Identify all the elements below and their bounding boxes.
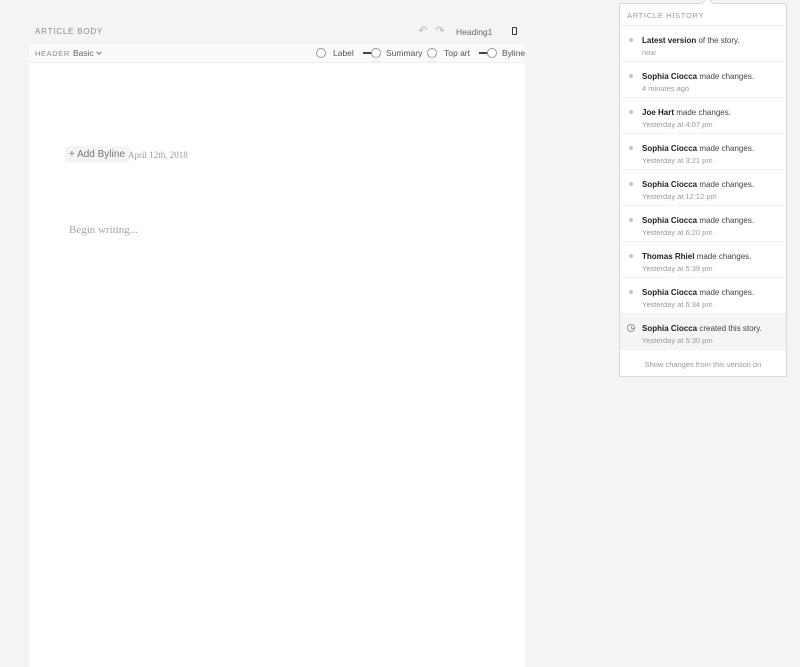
chevron-down-icon <box>95 49 102 55</box>
history-item[interactable]: Sophia Ciocca made changes. Yesterday at… <box>620 134 786 170</box>
toggle-summary[interactable]: Summary <box>363 47 422 59</box>
history-item[interactable]: Joe Hart made changes. Yesterday at 4:07… <box>620 98 786 134</box>
history-author: Latest version <box>642 36 697 45</box>
editor-header: ARTICLE BODY ↶ ↷ Heading1 <box>29 22 525 44</box>
dot-icon <box>629 254 633 258</box>
header-toolbar: HEADER Basic Label Summary Top art Bylin… <box>29 44 525 63</box>
history-author: Sophia Ciocca <box>642 288 698 297</box>
history-action: made changes. <box>694 252 752 261</box>
dot-icon <box>629 74 633 78</box>
dot-icon <box>629 218 633 222</box>
history-action: of the story. <box>696 36 740 45</box>
history-item[interactable]: Latest version of the story. now <box>620 26 786 62</box>
undo-icon[interactable]: ↶ <box>417 25 429 37</box>
history-author: Thomas Rhiel <box>642 252 695 261</box>
history-author: Sophia Ciocca <box>642 180 698 189</box>
history-action: made changes. <box>697 288 755 297</box>
history-time: Yesterday at 5:34 pm <box>642 300 713 309</box>
history-action: made changes. <box>697 180 755 189</box>
history-action: made changes. <box>697 72 755 81</box>
add-byline-button[interactable]: + Add Byline <box>65 146 129 163</box>
history-time: Yesterday at 5:30 pm <box>642 336 713 345</box>
history-time: Yesterday at 12:12 pm <box>642 192 717 201</box>
history-item[interactable]: Sophia Ciocca made changes. Yesterday at… <box>620 278 786 314</box>
toggle-summary-text: Summary <box>386 48 423 58</box>
section-title: ARTICLE BODY <box>35 27 104 36</box>
byline-date: April 12th, 2018 <box>128 150 188 160</box>
history-item[interactable]: Sophia Ciocca made changes. 4 minutes ag… <box>620 62 786 98</box>
dot-icon <box>629 110 633 114</box>
dot-icon <box>629 182 633 186</box>
history-item[interactable]: Sophia Ciocca made changes. Yesterday at… <box>620 170 786 206</box>
header-style-select[interactable]: Basic <box>73 48 102 58</box>
dot-icon <box>629 146 633 150</box>
show-changes-link[interactable]: Show changes from this version on <box>620 360 786 369</box>
history-time: Yesterday at 5:39 pm <box>642 264 713 273</box>
clock-icon <box>627 324 635 332</box>
text-style-select[interactable]: Heading1 <box>456 27 492 37</box>
history-author: Sophia Ciocca <box>642 216 698 225</box>
history-item-selected[interactable]: Sophia Ciocca created this story. Yester… <box>620 314 786 350</box>
toggle-byline[interactable]: Byline <box>479 47 525 59</box>
article-page: + Add Byline April 12th, 2018 Begin writ… <box>29 63 525 667</box>
redo-icon[interactable]: ↷ <box>434 25 446 37</box>
history-author: Sophia Ciocca <box>642 72 698 81</box>
toggle-switch[interactable] <box>427 47 439 59</box>
article-body-editor[interactable]: Begin writing... <box>69 224 138 236</box>
article-history-panel: ARTICLE HISTORY Latest version of the st… <box>619 3 787 377</box>
history-author: Joe Hart <box>642 108 675 117</box>
history-action: created this story. <box>697 324 762 333</box>
history-time: 4 minutes ago <box>642 84 690 93</box>
history-action: made changes. <box>697 216 755 225</box>
history-item[interactable]: Sophia Ciocca made changes. Yesterday at… <box>620 206 786 242</box>
toggle-switch[interactable] <box>363 47 381 59</box>
dot-icon <box>629 290 633 294</box>
history-item[interactable]: Thomas Rhiel made changes. Yesterday at … <box>620 242 786 278</box>
history-time: Yesterday at 4:07 pm <box>642 120 713 129</box>
toggle-switch[interactable] <box>479 47 497 59</box>
toggle-label-text: Label <box>333 48 354 58</box>
header-label: HEADER <box>35 49 70 58</box>
mobile-preview-icon[interactable] <box>512 27 517 35</box>
dot-icon <box>629 38 633 42</box>
toggle-top-art[interactable]: Top art <box>427 47 470 59</box>
history-action: made changes. <box>674 108 731 117</box>
history-author: Sophia Ciocca <box>642 144 698 153</box>
history-author: Sophia Ciocca <box>642 324 698 333</box>
history-action: made changes. <box>697 144 755 153</box>
history-title: ARTICLE HISTORY <box>620 4 786 26</box>
history-time: now <box>642 48 656 57</box>
history-time: Yesterday at 3:21 pm <box>642 156 713 165</box>
toggle-byline-text: Byline <box>502 48 526 58</box>
header-style-value: Basic <box>73 48 94 58</box>
toggle-label[interactable]: Label <box>316 47 354 59</box>
toggle-switch[interactable] <box>316 47 328 59</box>
history-time: Yesterday at 6:20 pm <box>642 228 713 237</box>
toggle-top-art-text: Top art <box>444 48 470 58</box>
